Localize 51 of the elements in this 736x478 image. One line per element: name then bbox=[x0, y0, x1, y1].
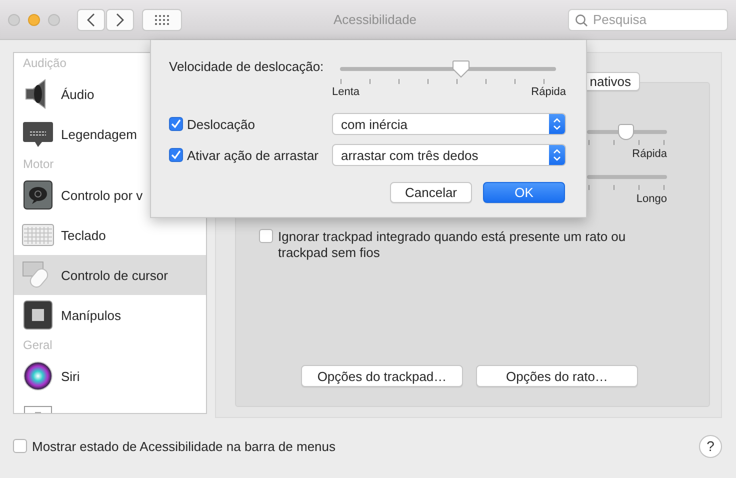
slider-thumb[interactable] bbox=[452, 60, 470, 78]
checkbox-label: Deslocação bbox=[187, 116, 255, 132]
popup-menu[interactable]: arrastar com três dedos bbox=[332, 144, 566, 166]
popup-menu[interactable]: com inércia bbox=[332, 113, 566, 135]
sidebar-section-header: Audição bbox=[22, 55, 66, 72]
close-button[interactable] bbox=[8, 14, 20, 26]
slider-label: Rápida bbox=[632, 148, 667, 160]
back-button[interactable] bbox=[77, 8, 105, 30]
slider[interactable] bbox=[340, 60, 556, 78]
checkbox[interactable] bbox=[169, 148, 183, 162]
minimize-button[interactable] bbox=[28, 14, 40, 26]
ok-button[interactable]: OK bbox=[483, 182, 565, 203]
speech-bubble-icon bbox=[22, 180, 54, 210]
grid-icon bbox=[155, 14, 169, 24]
slider-label: Longo bbox=[636, 193, 667, 205]
slider[interactable] bbox=[587, 123, 667, 141]
cancel-button[interactable]: Cancelar bbox=[390, 182, 472, 203]
chevron-right-icon bbox=[116, 12, 124, 26]
checkbox[interactable] bbox=[259, 229, 273, 243]
sidebar-section-header: Motor bbox=[22, 156, 54, 173]
sidebar-section-header: Geral bbox=[22, 337, 52, 354]
keyboard-icon bbox=[22, 224, 54, 246]
checkbox[interactable] bbox=[13, 439, 27, 453]
search-field[interactable]: Pesquisa bbox=[568, 8, 728, 30]
options-button[interactable]: Opções do rato… bbox=[476, 365, 638, 387]
options-button[interactable]: Opções do trackpad… bbox=[301, 365, 463, 387]
speech-bubble-icon bbox=[22, 120, 54, 148]
square-icon bbox=[22, 300, 54, 330]
sidebar-item[interactable]: Teclado bbox=[14, 215, 206, 255]
checkbox[interactable] bbox=[169, 117, 183, 131]
sidebar-item[interactable]: Siri bbox=[14, 356, 206, 396]
slider-label: Velocidade de deslocação: bbox=[169, 58, 325, 74]
slider-min-label: Lenta bbox=[332, 86, 360, 98]
help-button[interactable]: ? bbox=[699, 434, 722, 458]
forward-button[interactable] bbox=[106, 8, 134, 30]
sidebar-item[interactable]: Controlo por v bbox=[14, 175, 206, 215]
up-down-arrows-icon bbox=[553, 148, 561, 162]
up-down-arrows-icon bbox=[553, 117, 561, 131]
sidebar-item[interactable]: Áudio bbox=[14, 74, 206, 114]
orb-icon bbox=[22, 361, 54, 391]
search-icon bbox=[575, 14, 588, 26]
zoom-button[interactable] bbox=[48, 14, 60, 26]
chevron-left-icon bbox=[87, 12, 95, 26]
window-title: Acessibilidade bbox=[332, 12, 418, 27]
sidebar-item[interactable]: Manípulos bbox=[14, 295, 206, 335]
show-all-button[interactable] bbox=[142, 8, 182, 30]
checkbox-label: Ignorar trackpad integrado quando está presente um rato ou trackpad sem fios bbox=[278, 229, 627, 261]
checkbox-label: Mostrar estado de Acessibilidade na barra de menus bbox=[32, 438, 337, 454]
slider-max-label: Rápida bbox=[531, 86, 566, 98]
sidebar-item[interactable]: Controlo de cursor bbox=[14, 255, 206, 295]
checkbox-label: Ativar ação de arrastar bbox=[187, 148, 319, 162]
